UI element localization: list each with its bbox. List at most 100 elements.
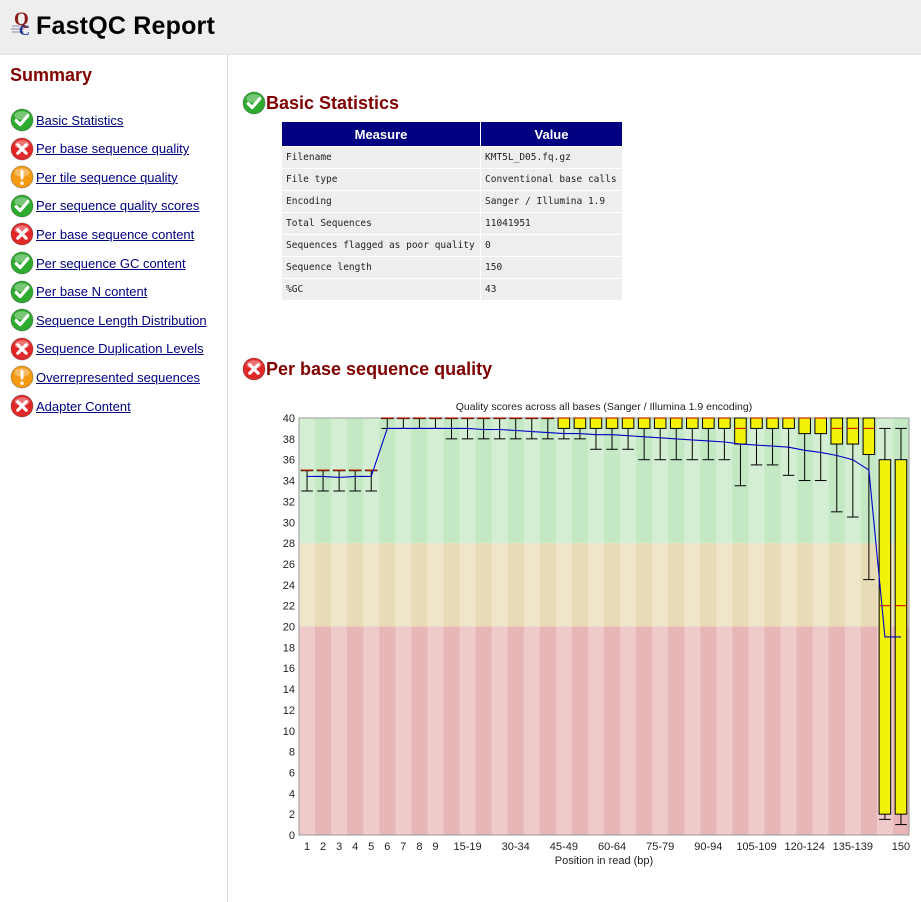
stripe bbox=[395, 418, 412, 835]
x-tick-label: 3 bbox=[336, 841, 342, 853]
summary-item-adapter-content[interactable]: Adapter Content bbox=[10, 394, 131, 418]
y-tick-label: 10 bbox=[283, 726, 295, 738]
y-tick-label: 38 bbox=[283, 434, 295, 446]
quartile-box bbox=[702, 417, 715, 429]
quartile-box bbox=[686, 417, 699, 429]
y-tick-label: 32 bbox=[283, 496, 295, 508]
y-tick-label: 0 bbox=[289, 830, 295, 842]
summary-link[interactable]: Per sequence GC content bbox=[36, 256, 186, 271]
summary-link[interactable]: Per sequence quality scores bbox=[36, 198, 199, 213]
summary-item-per-base-sequence-quality[interactable]: Per base sequence quality bbox=[10, 137, 189, 161]
quartile-box bbox=[830, 417, 844, 445]
value-cell: 0 bbox=[480, 234, 623, 257]
y-tick-label: 22 bbox=[283, 601, 295, 613]
pass-icon bbox=[10, 308, 34, 332]
y-tick-label: 28 bbox=[283, 538, 295, 550]
quality-chart: 0 2 4 6 8 10 12 14 16 18 20 22 24 26 28 30 32 34 36 38 40 1 2 3… bbox=[270, 396, 915, 873]
stripe bbox=[459, 418, 476, 835]
summary-item-sequence-duplication-levels[interactable]: Sequence Duplication Levels bbox=[10, 337, 204, 361]
basic-statistics-heading: Basic Statistics bbox=[242, 91, 399, 115]
svg-text:C: C bbox=[19, 23, 30, 39]
summary-link[interactable]: Per base sequence content bbox=[36, 227, 194, 242]
summary-sidebar: Summary Basic Statistics Per base sequenc… bbox=[0, 55, 228, 902]
warn-icon bbox=[10, 165, 34, 189]
measure-cell: Filename bbox=[281, 146, 481, 169]
per-base-quality-heading: Per base sequence quality bbox=[242, 357, 492, 381]
summary-link[interactable]: Per tile sequence quality bbox=[36, 170, 178, 185]
y-tick-label: 14 bbox=[283, 684, 295, 696]
x-tick-label: 15-19 bbox=[453, 841, 481, 853]
table-row: Total Sequences 11041951 bbox=[281, 212, 623, 235]
summary-item-per-base-sequence-content[interactable]: Per base sequence content bbox=[10, 222, 194, 246]
x-tick-label: 8 bbox=[416, 841, 422, 853]
measure-cell: File type bbox=[281, 168, 481, 191]
value-cell: 11041951 bbox=[480, 212, 623, 235]
per-base-quality-title: Per base sequence quality bbox=[266, 358, 493, 379]
table-row: Sequences flagged as poor quality 0 bbox=[281, 234, 623, 257]
y-tick-label: 4 bbox=[289, 788, 295, 800]
summary-heading: Summary bbox=[10, 65, 93, 85]
value-cell: 150 bbox=[480, 256, 623, 279]
quartile-box bbox=[862, 417, 876, 455]
y-tick-label: 18 bbox=[283, 642, 295, 654]
summary-item-overrepresented-sequences[interactable]: Overrepresented sequences bbox=[10, 365, 200, 389]
stripe bbox=[427, 418, 444, 835]
stripe bbox=[716, 418, 733, 835]
summary-item-basic-statistics[interactable]: Basic Statistics bbox=[10, 108, 123, 132]
summary-link[interactable]: Basic Statistics bbox=[36, 113, 123, 128]
table-row: Filename KMT5L_D05.fq.gz bbox=[281, 146, 623, 169]
pass-icon bbox=[10, 194, 34, 218]
measure-cell: Sequence length bbox=[281, 256, 481, 279]
summary-link[interactable]: Adapter Content bbox=[36, 399, 131, 414]
quartile-box bbox=[653, 417, 667, 429]
summary-item-per-base-n-content[interactable]: Per base N content bbox=[10, 280, 147, 304]
summary-link[interactable]: Per base N content bbox=[36, 284, 147, 299]
stripe bbox=[587, 418, 604, 835]
quartile-box bbox=[589, 417, 603, 429]
table-row: Sequence length 150 bbox=[281, 256, 623, 279]
x-tick-label: 2 bbox=[320, 841, 326, 853]
summary-item-per-sequence-quality-scores[interactable]: Per sequence quality scores bbox=[10, 194, 199, 218]
x-tick-label: 4 bbox=[352, 841, 358, 853]
pass-icon bbox=[10, 251, 34, 275]
summary-link[interactable]: Per base sequence quality bbox=[36, 141, 189, 156]
x-axis-label: Position in read (bp) bbox=[555, 855, 653, 867]
summary-link[interactable]: Overrepresented sequences bbox=[36, 370, 200, 385]
x-tick-label: 120-124 bbox=[784, 841, 824, 853]
measure-column-header: Measure bbox=[281, 121, 481, 147]
report-title: FastQC Report bbox=[36, 12, 216, 40]
quartile-box bbox=[605, 417, 619, 429]
value-cell: 43 bbox=[480, 278, 623, 301]
quartile-box bbox=[846, 417, 860, 445]
x-tick-label: 7 bbox=[400, 841, 406, 853]
table-row: %GC 43 bbox=[281, 278, 623, 301]
pass-icon bbox=[10, 108, 34, 132]
summary-link[interactable]: Sequence Length Distribution bbox=[36, 313, 207, 328]
quality-boxplot-chart: 02468101214161820222426283032343638401 2 3… bbox=[283, 401, 910, 867]
measure-cell: Total Sequences bbox=[281, 212, 481, 235]
y-tick-label: 26 bbox=[283, 559, 295, 571]
summary-item-sequence-length-distribution[interactable]: Sequence Length Distribution bbox=[10, 308, 207, 332]
stripe bbox=[684, 418, 701, 835]
y-tick-label: 30 bbox=[283, 517, 295, 529]
quartile-box bbox=[814, 417, 827, 435]
y-tick-label: 36 bbox=[283, 455, 295, 467]
y-tick-label: 8 bbox=[289, 747, 295, 759]
pass-icon bbox=[242, 91, 266, 115]
quartile-box bbox=[734, 417, 747, 445]
y-tick-label: 24 bbox=[283, 580, 295, 592]
quartile-box bbox=[782, 417, 795, 429]
quartile-box bbox=[766, 417, 779, 429]
summary-link[interactable]: Sequence Duplication Levels bbox=[36, 341, 204, 356]
summary-item-per-tile-sequence-quality[interactable]: Per tile sequence quality bbox=[10, 165, 178, 189]
x-tick-label: 135-139 bbox=[833, 841, 873, 853]
measure-cell: Sequences flagged as poor quality bbox=[281, 234, 481, 257]
report-header: Q C FastQC Report bbox=[0, 0, 921, 55]
fail-icon bbox=[242, 357, 266, 381]
table-row: File type Conventional base calls bbox=[281, 168, 623, 191]
x-tick-label: 30-34 bbox=[502, 841, 530, 853]
summary-item-per-sequence-gc-content[interactable]: Per sequence GC content bbox=[10, 251, 186, 275]
x-tick-label: 90-94 bbox=[694, 841, 722, 853]
quartile-box bbox=[557, 417, 571, 429]
basic-statistics-title: Basic Statistics bbox=[266, 92, 400, 113]
